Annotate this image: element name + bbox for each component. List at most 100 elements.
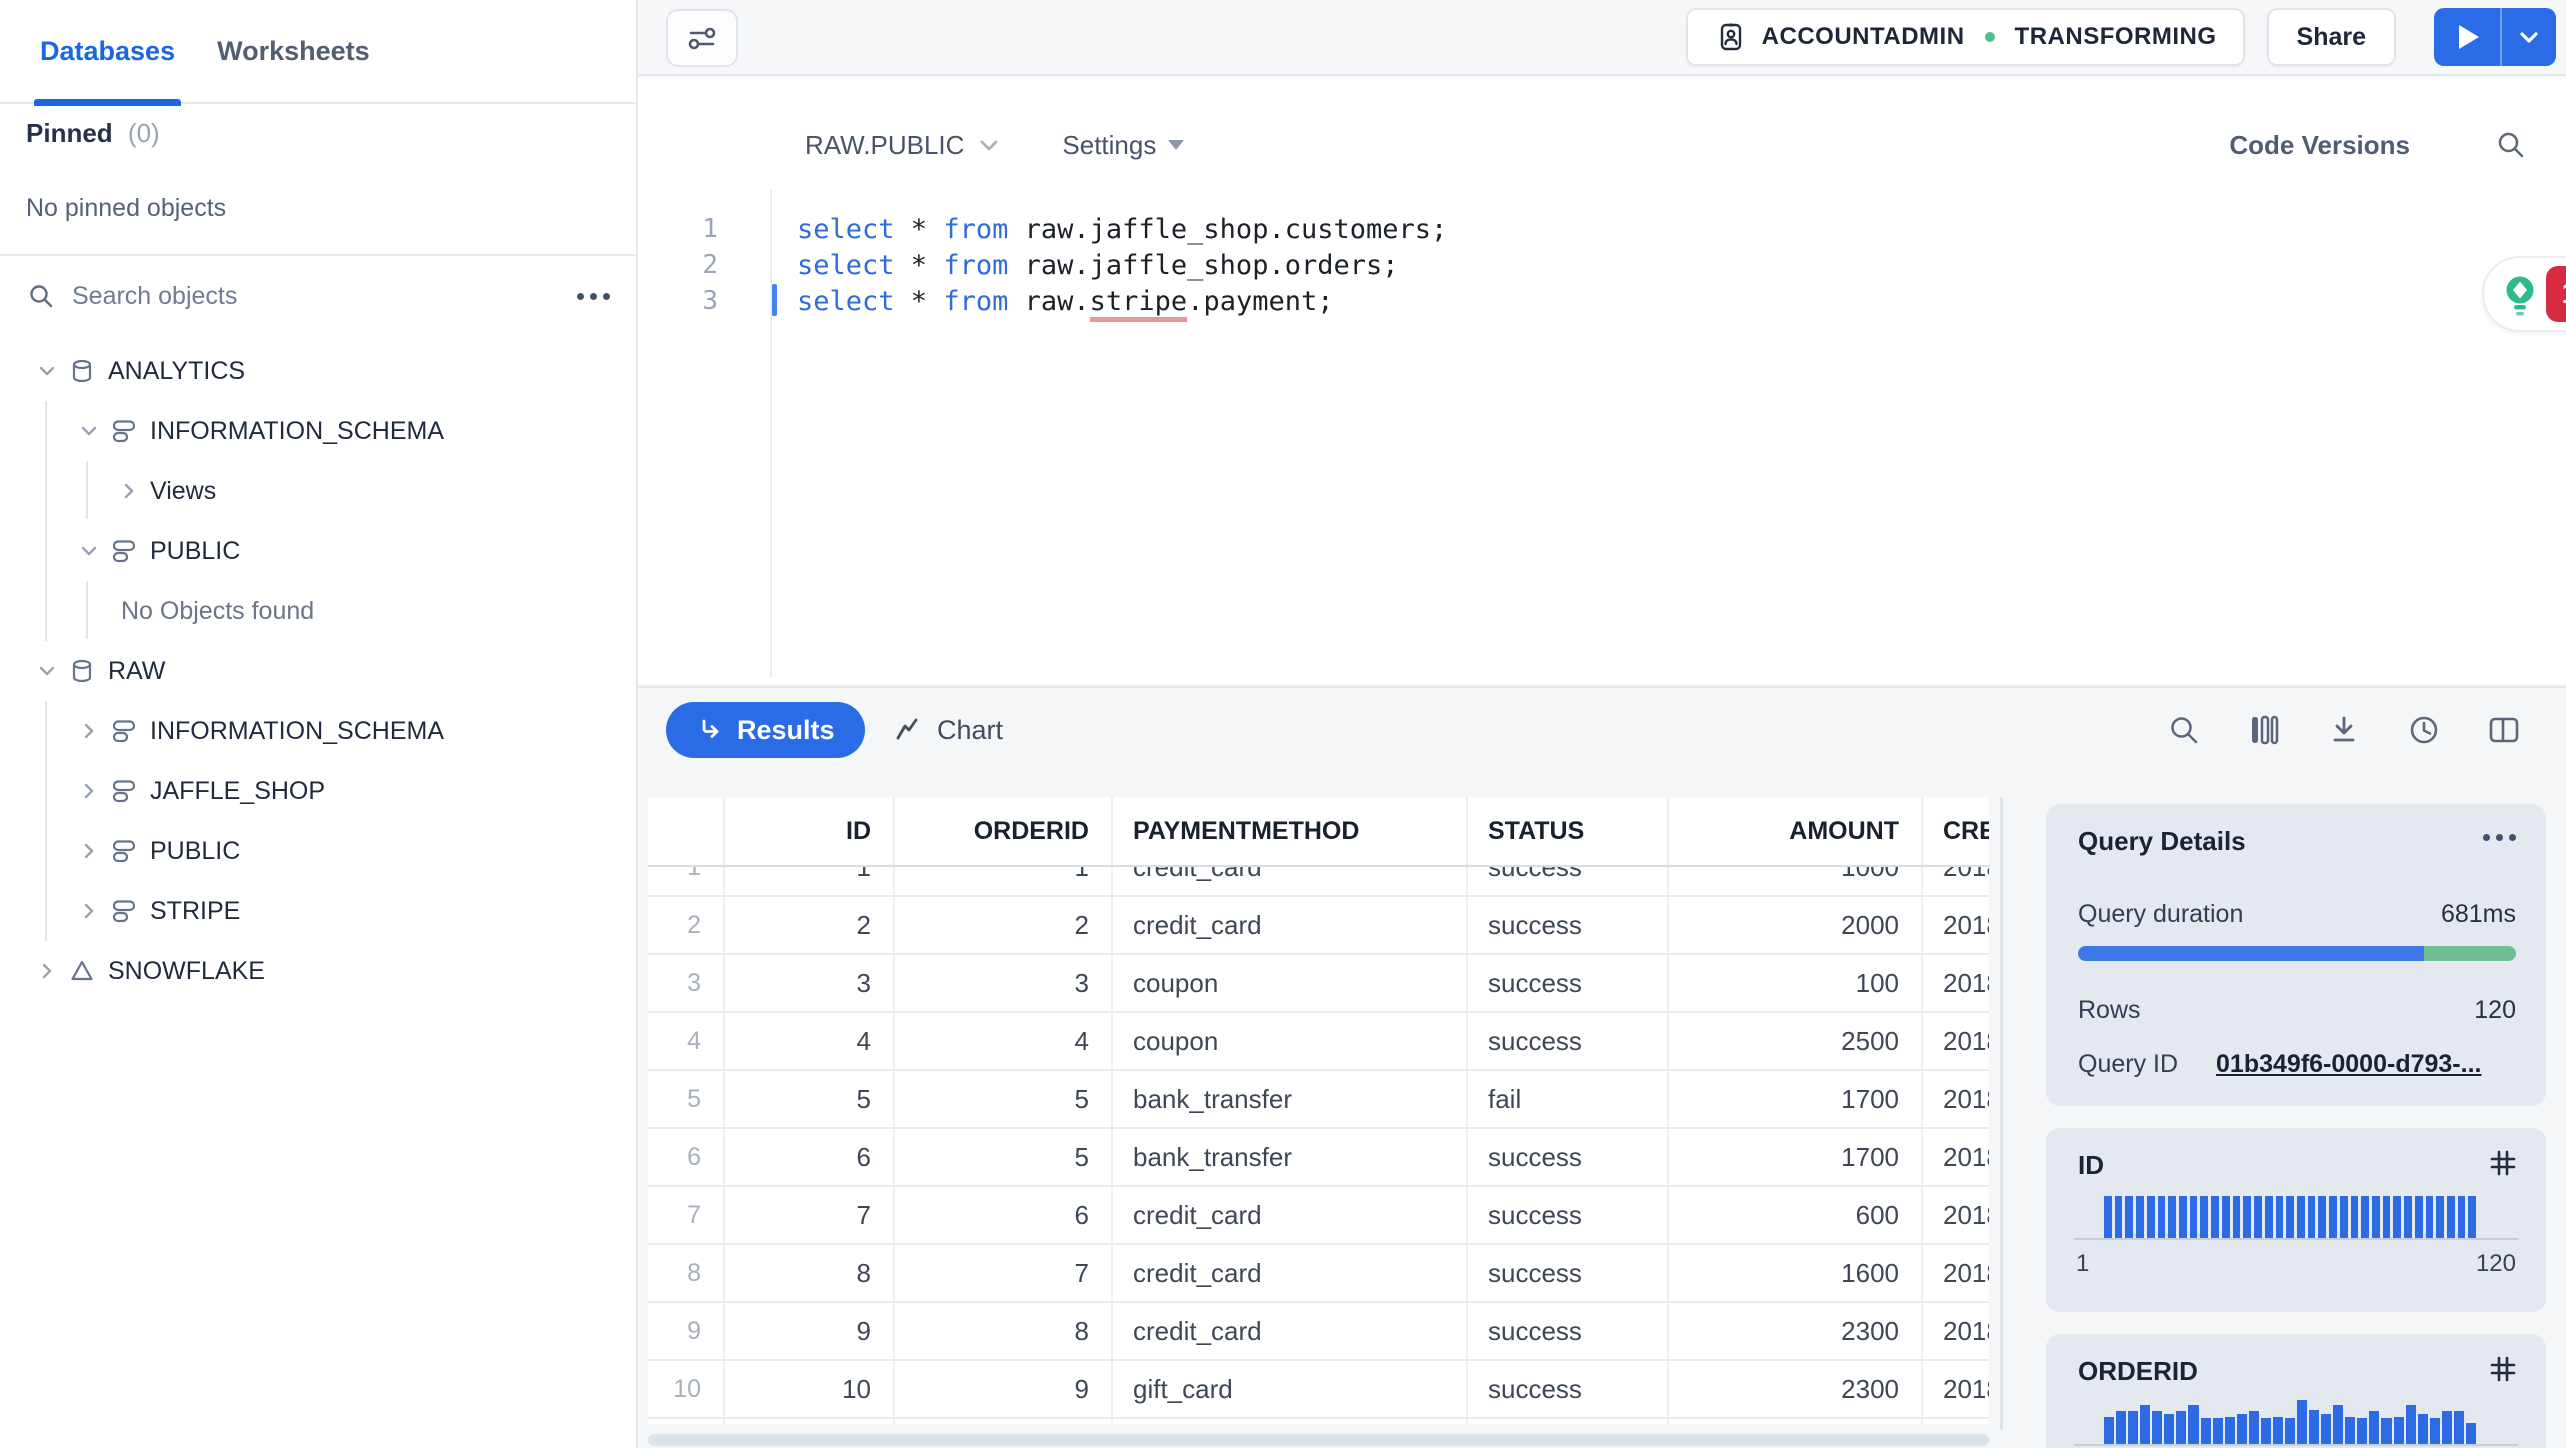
histogram-bar	[2417, 1414, 2428, 1444]
tab-databases[interactable]: Databases	[33, 0, 182, 106]
context-role-label: ACCOUNTADMIN	[1761, 23, 1965, 50]
download-icon[interactable]	[2326, 712, 2362, 748]
tree-guide	[86, 581, 88, 639]
histogram-bar	[2414, 1196, 2423, 1238]
column-header-orderid[interactable]: ORDERID	[895, 797, 1113, 865]
tree-item-public[interactable]: PUBLIC	[0, 521, 636, 581]
text-cursor	[772, 284, 777, 316]
histogram-bar	[2381, 1418, 2392, 1444]
copilot-suggestion-pill[interactable]: 1	[2482, 256, 2566, 332]
schema-icon	[110, 837, 138, 865]
hash-icon[interactable]	[2488, 1148, 2518, 1178]
chevron-right-icon[interactable]	[34, 960, 60, 982]
histogram-bar	[2297, 1400, 2308, 1444]
query-details-menu[interactable]	[2483, 834, 2516, 841]
tree-item-snowflake[interactable]: SNOWFLAKE	[0, 941, 636, 1001]
code-line[interactable]: 2 select * from raw.jaffle_shop.orders;	[638, 247, 2566, 283]
chevron-right-icon[interactable]	[76, 900, 102, 922]
id-histogram-card: ID 1 120	[2046, 1128, 2546, 1312]
table-cell: 9	[648, 1303, 725, 1359]
split-view-icon[interactable]	[2486, 712, 2522, 748]
history-icon[interactable]	[2406, 712, 2442, 748]
tree-item-information-schema[interactable]: INFORMATION_SCHEMA	[0, 401, 636, 461]
query-id-link[interactable]: 01b349f6-0000-d793-...	[2216, 1050, 2481, 1079]
tree-guide	[86, 461, 88, 519]
horizontal-scrollbar[interactable]	[648, 1434, 1989, 1446]
query-id-row: Query ID 01b349f6-0000-d793-...	[2078, 1050, 2516, 1079]
hash-icon[interactable]	[2488, 1354, 2518, 1384]
run-options-button[interactable]	[2502, 8, 2556, 66]
search-results-icon[interactable]	[2166, 712, 2202, 748]
column-header-id[interactable]: ID	[725, 797, 895, 865]
sliders-icon	[683, 19, 721, 57]
query-details-card: Query Details Query duration 681ms Rows …	[2046, 804, 2546, 1106]
editor-search-icon[interactable]	[2494, 128, 2528, 162]
chevron-right-icon[interactable]	[116, 480, 142, 502]
tab-worksheets[interactable]: Worksheets	[217, 0, 370, 103]
histogram-bar	[2104, 1196, 2112, 1238]
sidebar-more-menu[interactable]	[577, 292, 610, 300]
database-context-selector[interactable]: RAW.PUBLIC	[805, 130, 1002, 161]
chevron-right-icon[interactable]	[76, 780, 102, 802]
tree-item-public[interactable]: PUBLIC	[0, 821, 636, 881]
table-cell: success	[1468, 1245, 1669, 1301]
share-button[interactable]: Share	[2266, 8, 2396, 66]
chevron-down-icon[interactable]	[34, 660, 60, 682]
app-icon	[68, 957, 96, 985]
topbar-actions: ACCOUNTADMIN TRANSFORMING Share	[1685, 8, 2556, 66]
column-header-rownum[interactable]	[648, 797, 725, 865]
chevron-down-icon	[976, 132, 1002, 158]
tree-item-stripe[interactable]: STRIPE	[0, 881, 636, 941]
tab-chart[interactable]: Chart	[893, 702, 1003, 758]
schema-icon	[110, 717, 138, 745]
table-cell: 2018	[1943, 1257, 1989, 1288]
column-header-amount[interactable]: AMOUNT	[1669, 797, 1923, 865]
table-cell: 4	[895, 1013, 1113, 1069]
table-cell: 1700	[1669, 1129, 1923, 1185]
table-cell	[725, 1419, 895, 1424]
vertical-scrollbar[interactable]	[2000, 797, 2003, 1430]
tree-item-information-schema[interactable]: INFORMATION_SCHEMA	[0, 701, 636, 761]
filters-button[interactable]	[666, 9, 738, 67]
run-button[interactable]	[2434, 8, 2500, 66]
warehouse-status-dot	[1984, 32, 1995, 42]
table-cell: 8	[648, 1245, 725, 1301]
triangle-down-icon	[1168, 140, 1185, 150]
columns-icon[interactable]	[2246, 712, 2282, 748]
table-cell: gift_card	[1113, 1361, 1468, 1417]
chevron-right-icon[interactable]	[76, 720, 102, 742]
histogram-bar	[2212, 1418, 2223, 1444]
chevron-down-icon[interactable]	[34, 360, 60, 382]
settings-menu[interactable]: Settings	[1062, 130, 1185, 161]
context-selector-button[interactable]: ACCOUNTADMIN TRANSFORMING	[1685, 8, 2245, 66]
histogram-bar	[2254, 1196, 2262, 1238]
tree-item-analytics[interactable]: ANALYTICS	[0, 341, 636, 401]
table-cell	[1468, 1419, 1669, 1424]
column-header-created[interactable]: CREATED	[1923, 797, 1989, 865]
code-editor-area[interactable]: 1 select * from raw.jaffle_shop.customers…	[638, 211, 2566, 322]
table-row: 998credit_cardsuccess23002018	[648, 1303, 1989, 1361]
chevron-down-icon[interactable]	[76, 540, 102, 562]
tree-item-raw[interactable]: RAW	[0, 641, 636, 701]
table-cell: credit_card	[1113, 1303, 1468, 1359]
code-line[interactable]: 3 select * from raw.stripe.payment;	[638, 283, 2566, 322]
tab-results[interactable]: Results	[666, 702, 865, 758]
chevron-down-icon[interactable]	[76, 420, 102, 442]
tree-item-label: No Objects found	[121, 596, 315, 625]
tree-item-views[interactable]: Views	[0, 461, 636, 521]
column-header-paymentmethod[interactable]: PAYMENTMETHOD	[1113, 797, 1468, 865]
tree-item-label: JAFFLE_SHOP	[150, 776, 326, 805]
code-line[interactable]: 1 select * from raw.jaffle_shop.customers…	[638, 211, 2566, 247]
table-cell: 100	[1669, 955, 1923, 1011]
code-text: select * from raw.jaffle_shop.customers;	[797, 213, 1448, 245]
table-header-row: IDORDERIDPAYMENTMETHODSTATUSAMOUNTCREATE…	[648, 797, 1989, 867]
table-cell: 1	[725, 867, 895, 895]
column-header-status[interactable]: STATUS	[1468, 797, 1669, 865]
histogram-bar	[2243, 1196, 2252, 1238]
histogram-bar	[2104, 1417, 2115, 1444]
tree-item-jaffle-shop[interactable]: JAFFLE_SHOP	[0, 761, 636, 821]
code-versions-button[interactable]: Code Versions	[2229, 130, 2410, 161]
chevron-right-icon[interactable]	[76, 840, 102, 862]
search-input[interactable]	[72, 281, 577, 311]
histogram-baseline	[2074, 1444, 2518, 1446]
